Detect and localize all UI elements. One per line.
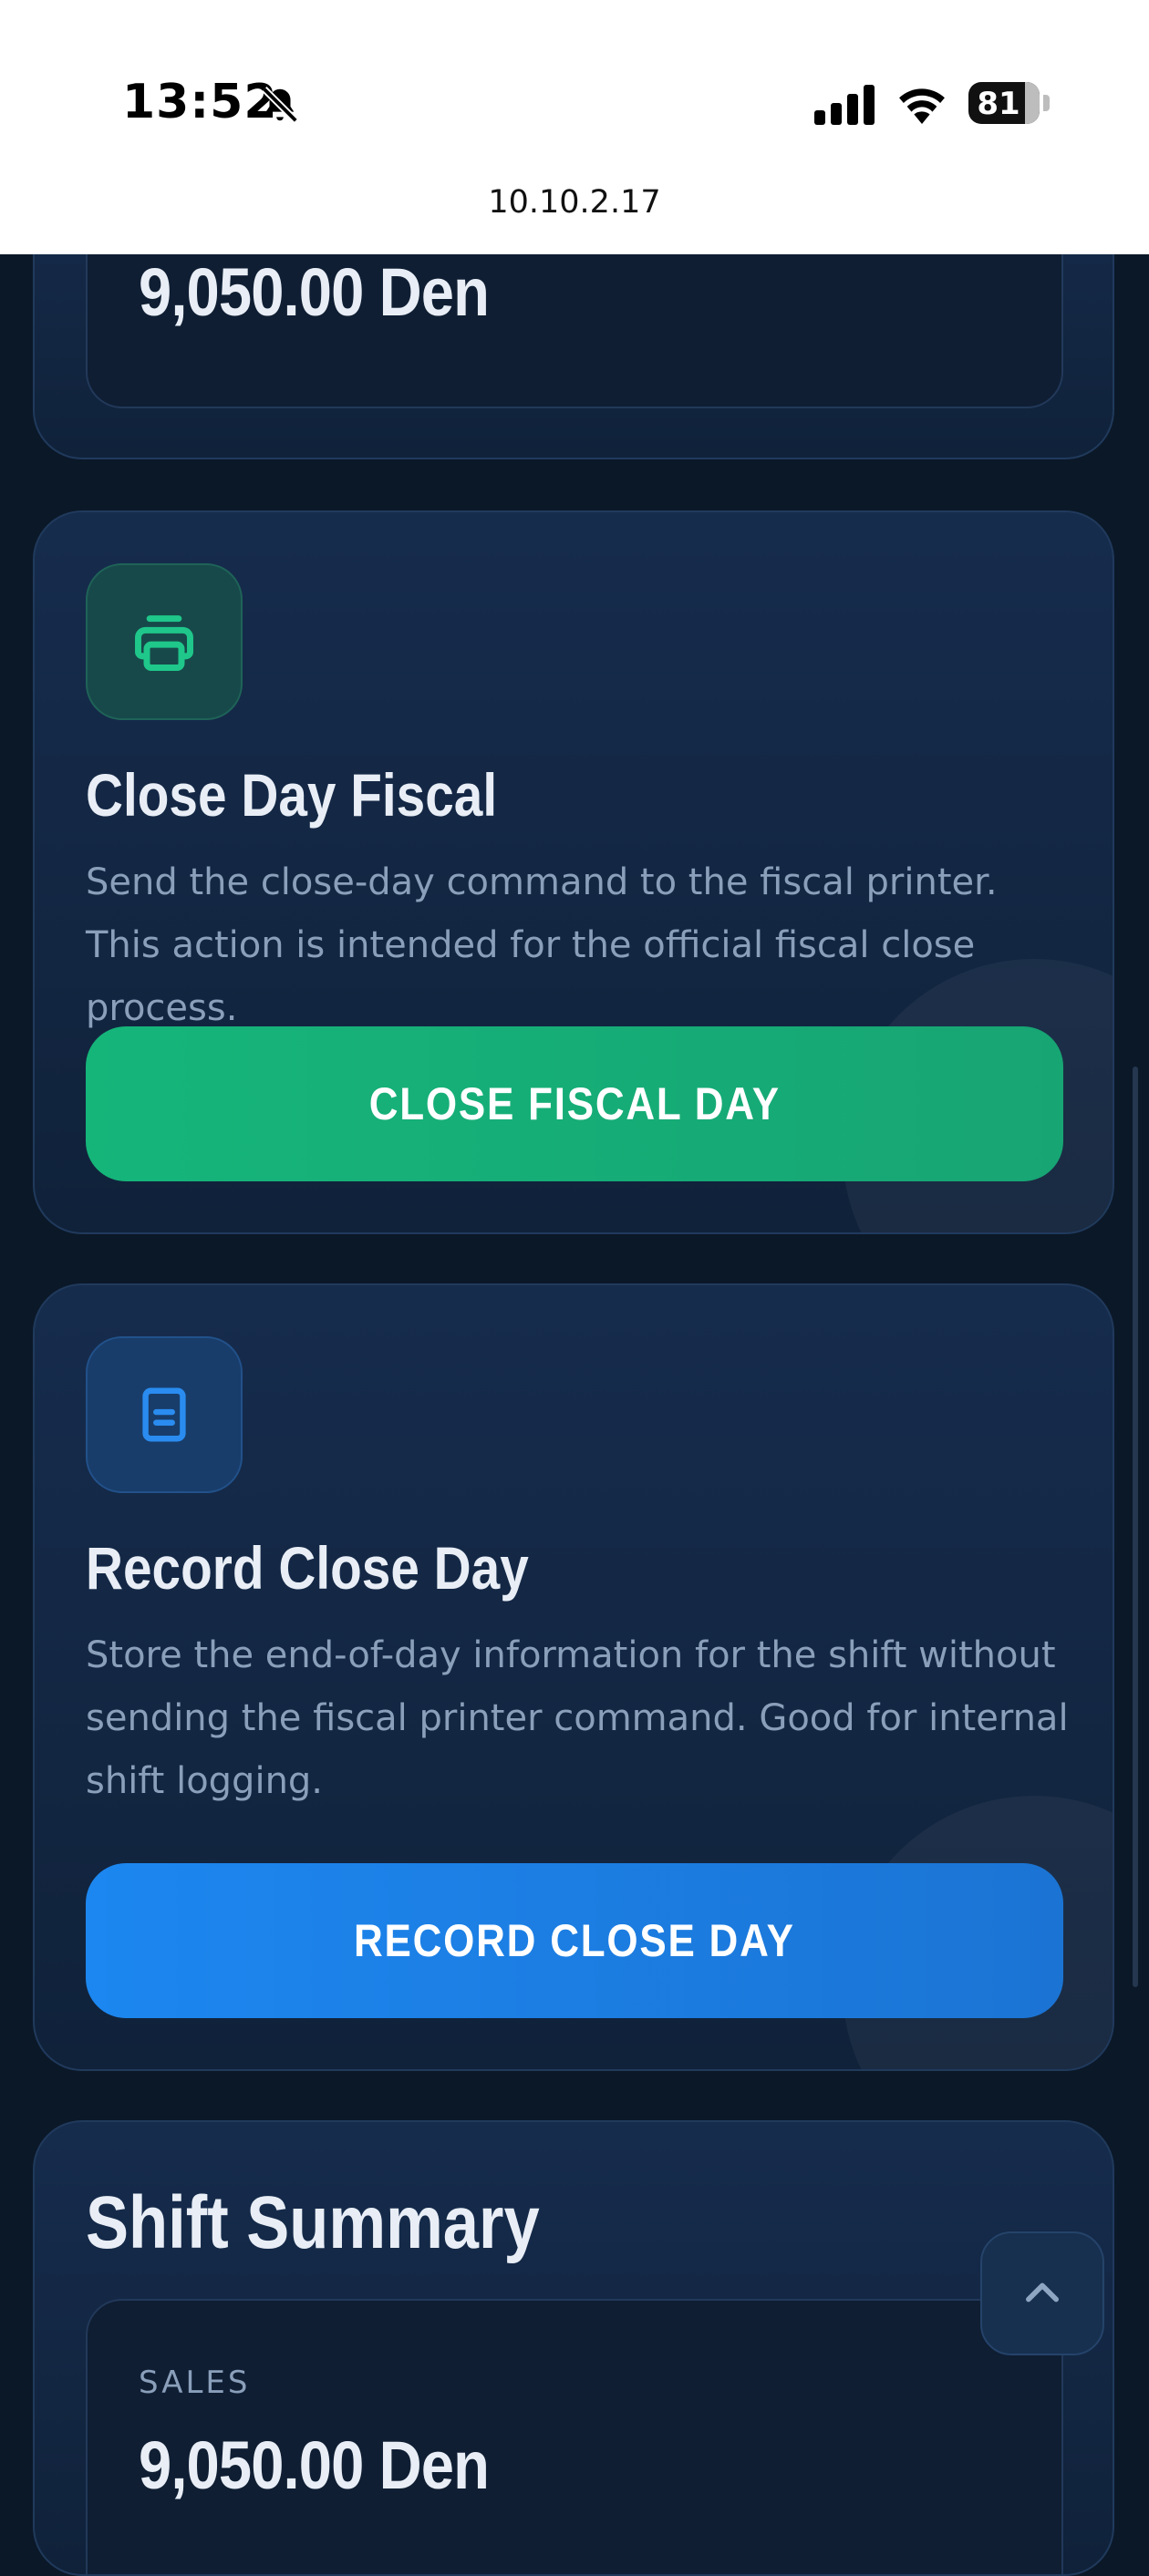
printer-icon-box [86, 563, 243, 720]
battery-indicator: 81 [968, 82, 1040, 124]
close-fiscal-day-button[interactable]: CLOSE FISCAL DAY [86, 1026, 1063, 1181]
wifi-icon [899, 88, 945, 124]
sales-box: SALES 9,050.00 Den [86, 2299, 1063, 2574]
record-close-day-button[interactable]: RECORD CLOSE DAY [86, 1863, 1063, 2018]
battery-level: 81 [977, 86, 1020, 122]
clock: 13:52 [122, 75, 278, 129]
shift-summary-card: Shift Summary SALES 9,050.00 Den [33, 2120, 1114, 2576]
card-description: Store the end-of-day information for the… [86, 1634, 1069, 1802]
scroll-to-top-button[interactable] [980, 2231, 1104, 2355]
card-title: Close Day Fiscal [86, 761, 498, 829]
record-close-day-card: Record Close Day Store the end-of-day in… [33, 1283, 1114, 2071]
card-title: Record Close Day [86, 1534, 529, 1602]
scrollbar[interactable] [1133, 1066, 1138, 1987]
button-label: RECORD CLOSE DAY [354, 1915, 795, 1966]
total-amount: 9,050.00 Den [139, 254, 490, 330]
document-icon-box [86, 1336, 243, 1493]
battery-cap [1043, 95, 1050, 111]
printer-icon [135, 615, 193, 671]
cellular-signal-icon [814, 85, 875, 125]
chevron-up-icon [1026, 2282, 1059, 2303]
button-label: CLOSE FISCAL DAY [368, 1078, 781, 1129]
sales-amount: 9,050.00 Den [139, 2427, 490, 2503]
card-description: Send the close-day command to the fiscal… [86, 861, 998, 1029]
sales-label: SALES [139, 2365, 251, 2401]
bell-muted-icon [262, 87, 298, 123]
section-title: Shift Summary [86, 2181, 540, 2264]
document-icon [142, 1387, 186, 1442]
status-bar: 13:52 81 10.10.2.17 [0, 0, 1149, 254]
browser-url[interactable]: 10.10.2.17 [0, 184, 1149, 221]
close-day-fiscal-card: Close Day Fiscal Send the close-day comm… [33, 510, 1114, 1234]
